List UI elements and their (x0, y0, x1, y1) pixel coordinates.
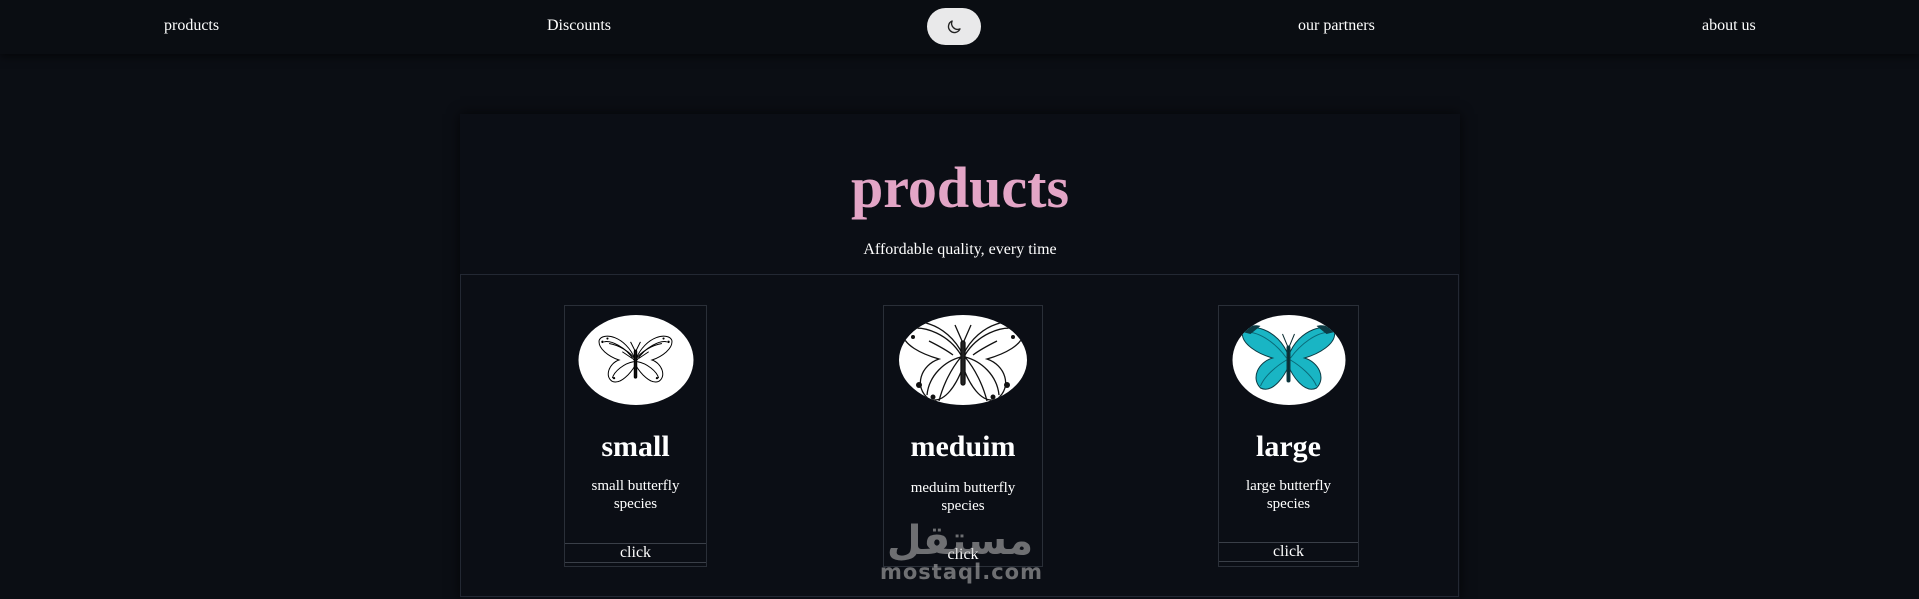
product-card-small: small small butterfly species click (564, 305, 707, 567)
product-description: large butterfly species (1245, 478, 1332, 512)
product-name: small (601, 430, 670, 463)
product-cards-area: small small butterfly species click medu… (460, 274, 1459, 597)
click-button[interactable]: click (565, 543, 706, 563)
product-name: meduim (910, 430, 1016, 463)
product-card-medium: meduim meduim butterfly species click (883, 305, 1043, 567)
nav-link-products[interactable]: products (164, 16, 219, 36)
product-image-medium (899, 315, 1027, 405)
product-description: meduim butterfly species (910, 480, 1016, 514)
product-description: small butterfly species (591, 478, 680, 512)
product-image-large (1232, 315, 1345, 405)
products-hero: products Affordable quality, every time (460, 114, 1460, 274)
theme-toggle-button[interactable] (927, 8, 981, 45)
top-navbar: products Discounts our partners about us (0, 0, 1919, 54)
click-button[interactable]: click (884, 546, 1042, 566)
page-subtitle: Affordable quality, every time (863, 241, 1057, 258)
nav-link-about[interactable]: about us (1702, 16, 1756, 36)
click-button[interactable]: click (1219, 542, 1358, 562)
product-name: large (1256, 430, 1321, 463)
butterfly-icon (1241, 325, 1336, 390)
butterfly-icon (598, 335, 673, 383)
nav-link-discounts[interactable]: Discounts (547, 16, 611, 36)
moon-icon (947, 19, 961, 33)
page-title: products (850, 155, 1070, 220)
nav-link-partners[interactable]: our partners (1298, 16, 1375, 36)
butterfly-icon (902, 321, 1024, 402)
product-card-large: large large butterfly species click (1218, 305, 1359, 567)
products-panel: products Affordable quality, every time (460, 114, 1460, 599)
product-image-small (578, 315, 693, 405)
